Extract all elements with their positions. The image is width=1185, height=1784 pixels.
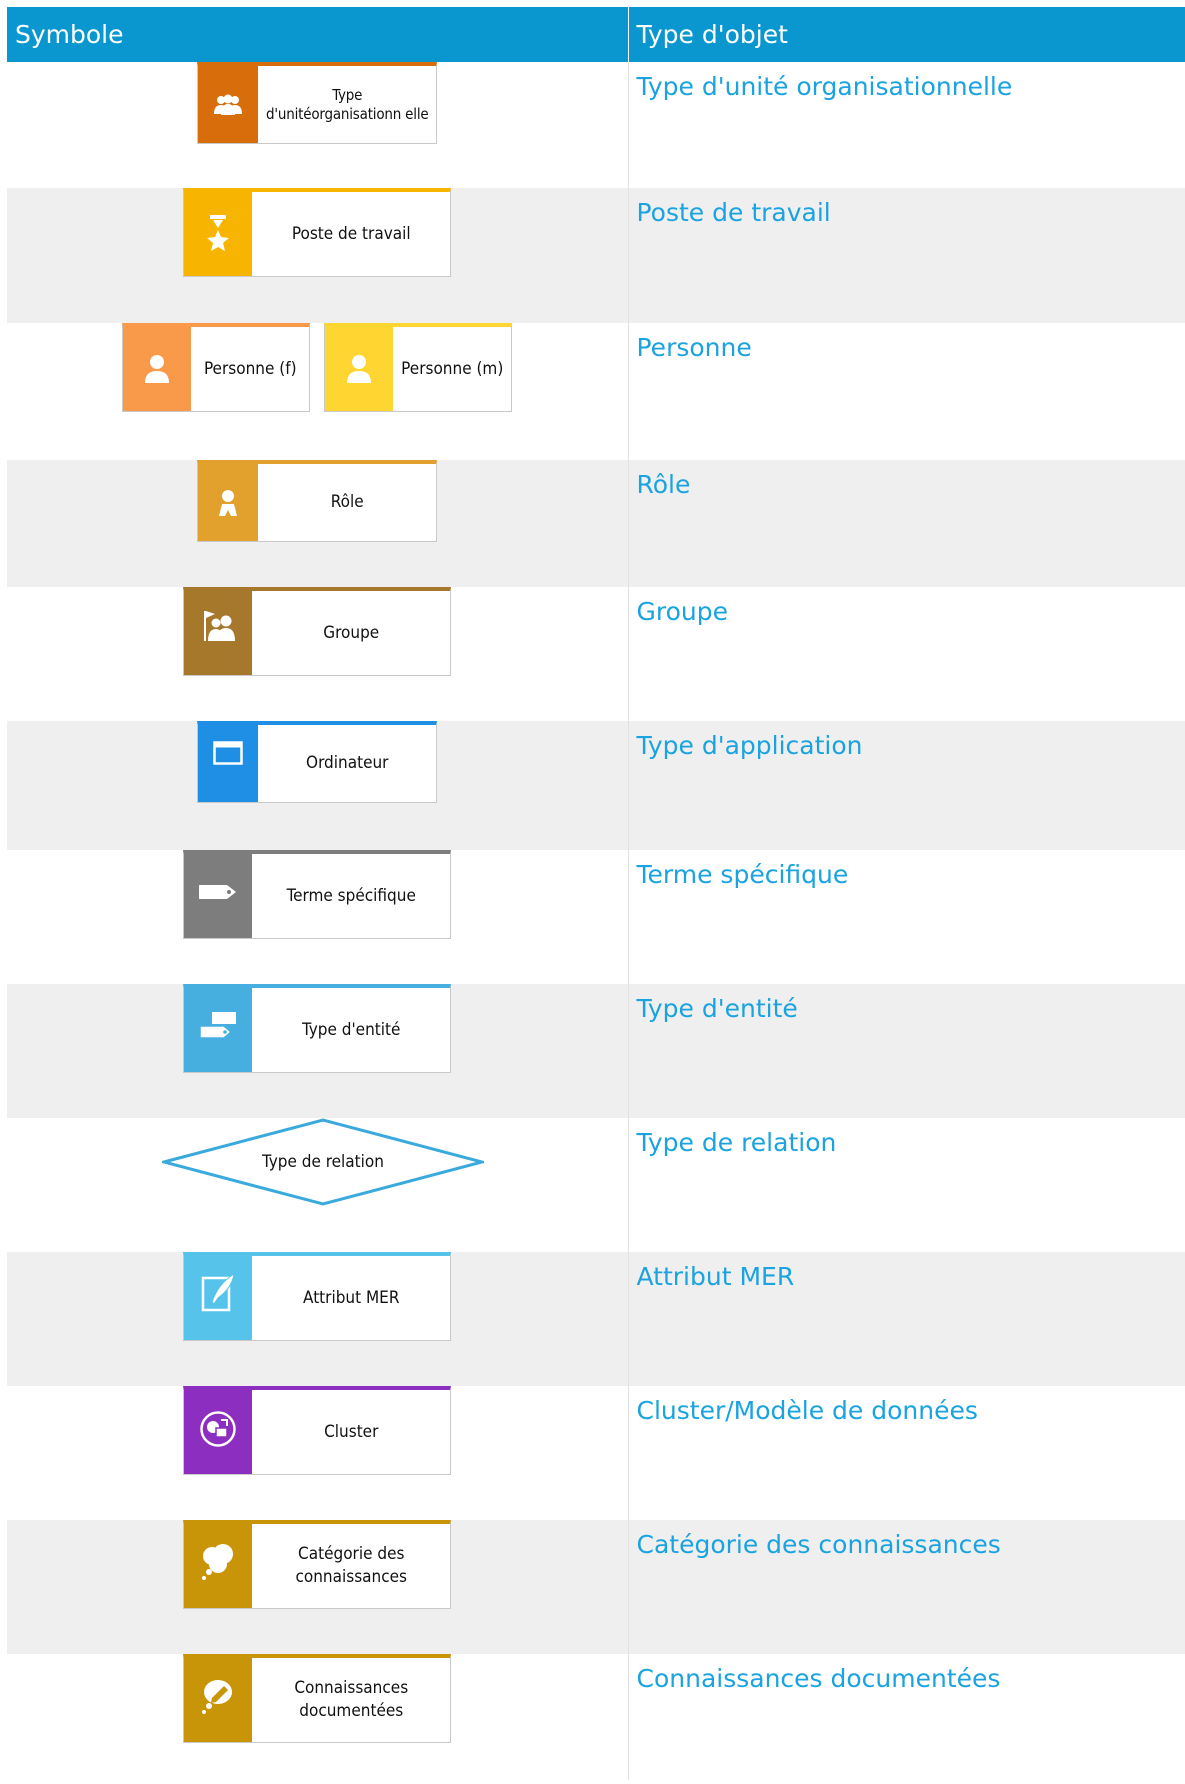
role-icon: [198, 464, 259, 541]
header-object-type: Type d'objet: [627, 7, 1185, 62]
person-icon: [123, 327, 192, 411]
org-unit-symbol: Type d'unitéorganisationn elle: [197, 62, 438, 144]
person-icon: [325, 327, 394, 411]
symbol-cell: Type d'entité: [7, 984, 628, 1118]
object-type-link[interactable]: Attribut MER: [637, 1262, 795, 1291]
table-row: Groupe Groupe: [7, 587, 1185, 721]
object-type-cell: Poste de travail: [627, 188, 1185, 323]
symbol-cell: Poste de travail: [7, 188, 628, 323]
symbol-label: Personne (f): [203, 358, 297, 379]
object-type-link[interactable]: Type d'entité: [637, 994, 798, 1023]
table-row: Type d'unitéorganisationn elle Type d'un…: [7, 62, 1185, 188]
person-male-symbol: Personne (m): [324, 323, 513, 412]
symbol-cell: Catégorie des connaissances: [7, 1520, 628, 1654]
cluster-icon: [184, 1390, 253, 1474]
tag-icon: [184, 854, 253, 938]
erm-attribute-symbol: Attribut MER: [183, 1252, 452, 1341]
object-type-cell: Type d'entité: [627, 984, 1185, 1118]
table-row: Catégorie des connaissances Catégorie de…: [7, 1520, 1185, 1654]
knowledge-cloud-icon: [184, 1524, 253, 1608]
table-row: Poste de travail Poste de travail: [7, 188, 1185, 323]
object-type-cell: Cluster/Modèle de données: [627, 1386, 1185, 1520]
table-row: Type de relation Type de relation: [7, 1118, 1185, 1252]
group-symbol: Groupe: [183, 587, 452, 676]
symbol-label: Groupe: [323, 622, 380, 643]
symbol-label: Poste de travail: [291, 223, 411, 244]
object-type-link[interactable]: Rôle: [637, 470, 691, 499]
specific-term-symbol: Terme spécifique: [183, 850, 452, 939]
table-row: Type d'entité Type d'entité: [7, 984, 1185, 1118]
object-type-cell: Groupe: [627, 587, 1185, 721]
header-symbol: Symbole: [7, 7, 628, 62]
object-type-cell: Personne: [627, 323, 1185, 460]
position-symbol: Poste de travail: [183, 188, 452, 277]
symbol-cell: Type de relation: [7, 1118, 628, 1252]
object-type-link[interactable]: Catégorie des connaissances: [637, 1530, 1001, 1559]
entity-icon: [184, 988, 253, 1072]
knowledge-category-symbol: Catégorie des connaissances: [183, 1520, 452, 1609]
person-female-symbol: Personne (f): [122, 323, 311, 412]
symbol-label: Type de relation: [262, 1151, 384, 1172]
object-type-cell: Type d'unité organisationnelle: [627, 62, 1185, 188]
table-row: Attribut MER Attribut MER: [7, 1252, 1185, 1386]
application-symbol: Ordinateur: [197, 721, 438, 803]
symbol-label: Attribut MER: [303, 1287, 400, 1308]
object-type-link[interactable]: Personne: [637, 333, 752, 362]
table-row: Personne (f) Personne (m) Personne: [7, 323, 1185, 460]
object-type-link[interactable]: Type d'application: [637, 731, 863, 760]
object-type-cell: Type d'application: [627, 721, 1185, 850]
table-row: Cluster Cluster/Modèle de données: [7, 1386, 1185, 1520]
symbol-label: Catégorie des connaissances: [295, 1544, 408, 1587]
documented-knowledge-symbol: Connaissances documentées: [183, 1654, 452, 1743]
relation-type-diamond: Type de relation: [162, 1118, 484, 1206]
object-type-link[interactable]: Poste de travail: [637, 198, 831, 227]
symbol-cell: Attribut MER: [7, 1252, 628, 1386]
table-header-row: Symbole Type d'objet: [7, 7, 1185, 62]
table-row: Terme spécifique Terme spécifique: [7, 850, 1185, 984]
attribute-icon: [184, 1256, 253, 1340]
symbol-label: Type d'entité: [302, 1019, 401, 1040]
symbol-label: Connaissances documentées: [294, 1678, 409, 1721]
object-type-link[interactable]: Terme spécifique: [637, 860, 849, 889]
symbol-label: Rôle: [330, 492, 364, 513]
symbol-cell: Cluster: [7, 1386, 628, 1520]
object-type-cell: Attribut MER: [627, 1252, 1185, 1386]
object-type-cell: Rôle: [627, 460, 1185, 587]
object-type-cell: Connaissances documentées: [627, 1654, 1185, 1780]
object-type-cell: Type de relation: [627, 1118, 1185, 1252]
object-type-link[interactable]: Cluster/Modèle de données: [637, 1396, 978, 1425]
application-window-icon: [198, 725, 259, 802]
documented-knowledge-icon: [184, 1658, 253, 1742]
symbol-label: Personne (m): [401, 358, 504, 379]
symbol-label: Terme spécifique: [286, 885, 416, 906]
table-row: Rôle Rôle: [7, 460, 1185, 587]
position-icon: [184, 192, 253, 276]
cluster-symbol: Cluster: [183, 1386, 452, 1475]
symbol-cell: Type d'unitéorganisationn elle: [7, 62, 628, 188]
object-type-cell: Terme spécifique: [627, 850, 1185, 984]
symbol-cell: Personne (f) Personne (m): [7, 323, 628, 460]
symbol-cell: Terme spécifique: [7, 850, 628, 984]
group-icon: [184, 591, 253, 675]
symbol-label: Type d'unitéorganisationn elle: [265, 85, 429, 123]
object-type-link[interactable]: Connaissances documentées: [637, 1664, 1001, 1693]
object-type-link[interactable]: Groupe: [637, 597, 729, 626]
table-row: Ordinateur Type d'application: [7, 721, 1185, 850]
object-type-link[interactable]: Type d'unité organisationnelle: [637, 72, 1013, 101]
object-type-link[interactable]: Type de relation: [637, 1128, 837, 1157]
symbol-label: Ordinateur: [306, 753, 389, 774]
role-symbol: Rôle: [197, 460, 438, 542]
symbol-cell: Ordinateur: [7, 721, 628, 850]
entity-type-symbol: Type d'entité: [183, 984, 452, 1073]
symbol-cell: Groupe: [7, 587, 628, 721]
object-type-cell: Catégorie des connaissances: [627, 1520, 1185, 1654]
symbol-cell: Rôle: [7, 460, 628, 587]
symbol-label: Cluster: [324, 1421, 379, 1442]
org-unit-icon: [198, 66, 259, 143]
table-row: Connaissances documentées Connaissances …: [7, 1654, 1185, 1780]
object-type-table: Symbole Type d'objet Type d'unitéorganis…: [7, 7, 1185, 1780]
symbol-cell: Connaissances documentées: [7, 1654, 628, 1780]
